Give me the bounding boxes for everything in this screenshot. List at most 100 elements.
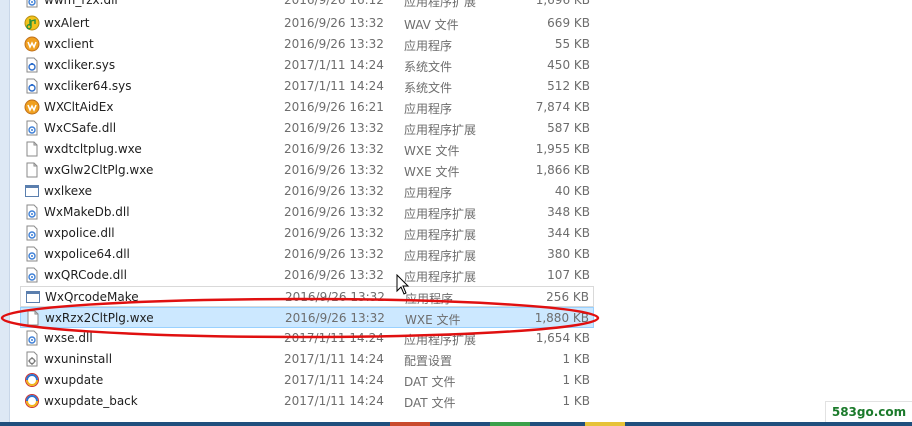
file-type: WXE 文件 [404,144,460,158]
file-date: 2017/1/11 14:24 [284,331,384,345]
file-size: 512 KB [547,79,590,93]
sys-icon [24,57,40,73]
file-type: WXE 文件 [404,165,460,179]
dat-icon [24,393,40,409]
file-name: WXCltAidEx [44,100,114,114]
file-row[interactable]: wxupdate 2017/1/11 14:24 DAT 文件 1 KB [20,370,594,391]
file-icon [24,141,40,157]
file-date: 2017/1/11 14:24 [284,394,384,408]
file-type: 应用程序扩展 [404,270,477,284]
file-name: wxQRCode.dll [44,268,127,282]
file-size: 1 KB [562,394,590,408]
config-icon [24,351,40,367]
file-type: DAT 文件 [404,396,456,410]
file-row[interactable]: wxcliker64.sys 2017/1/11 14:24 系统文件 512 KB [20,76,594,97]
file-name: wxupdate [44,373,104,387]
file-icon [24,162,40,178]
dll-icon [24,120,40,136]
file-row[interactable]: WXCltAidEx 2016/9/26 16:21 应用程序 7,874 KB [20,97,594,118]
file-size: 380 KB [547,247,590,261]
file-row[interactable]: WxCSafe.dll 2016/9/26 13:32 应用程序扩展 587 KB [20,118,594,139]
file-size: 1,696 KB [535,0,590,7]
file-name: wxse.dll [44,331,93,345]
file-row[interactable]: wxlkexe 2016/9/26 13:32 应用程序 40 KB [20,181,594,202]
file-row[interactable]: wxpolice64.dll 2016/9/26 13:32 应用程序扩展 380 K… [20,244,594,265]
file-size: 450 KB [547,58,590,72]
file-date: 2016/9/26 13:32 [284,247,384,261]
file-name: wxpolice.dll [44,226,115,240]
file-size: 7,874 KB [535,100,590,114]
file-name: WxQrcodeMake [45,290,139,304]
file-date: 2016/9/26 13:32 [285,290,385,304]
file-size: 1,880 KB [534,311,589,325]
file-type: 系统文件 [404,60,453,74]
file-date: 2016/9/26 13:32 [284,268,384,282]
dll-icon [24,330,40,346]
file-row[interactable]: wxupdate_back 2017/1/11 14:24 DAT 文件 1 KB [20,391,594,412]
file-row[interactable]: WxQrcodeMake 2016/9/26 13:32 应用程序 256 KB [20,286,594,307]
file-name: wxAlert [44,16,90,30]
file-size: 1 KB [562,352,590,366]
file-name: WxMakeDb.dll [44,205,130,219]
file-row[interactable]: wxpolice.dll 2016/9/26 13:32 应用程序扩展 344 KB [20,223,594,244]
wx-app-icon [24,36,40,52]
file-size: 587 KB [547,121,590,135]
file-date: 2016/9/26 13:32 [284,142,384,156]
file-row[interactable]: wxdtcltplug.wxe 2016/9/26 13:32 WXE 文件 1,95… [20,139,594,160]
file-name: wxlkexe [44,184,93,198]
file-type: 应用程序扩展 [404,333,477,347]
file-row[interactable]: wxAlert 2016/9/26 13:32 WAV 文件 669 KB [20,13,594,34]
file-date: 2016/9/26 16:21 [284,100,384,114]
file-size: 1,866 KB [535,163,590,177]
file-date: 2016/9/26 13:32 [284,226,384,240]
exe-icon [24,183,40,199]
dll-icon [24,225,40,241]
file-row[interactable]: wxQRCode.dll 2016/9/26 13:32 应用程序扩展 107 KB [20,265,594,286]
file-name: wxGlw2CltPlg.wxe [44,163,154,177]
file-row[interactable]: wxRzx2CltPlg.wxe 2016/9/26 13:32 WXE 文件 1,8… [20,307,594,328]
file-type: 应用程序扩展 [404,228,477,242]
file-type: 应用程序 [404,102,453,116]
file-name: wxdtcltplug.wxe [44,142,142,156]
file-size: 256 KB [546,290,589,304]
wx-app-icon [24,99,40,115]
file-row[interactable]: WxMakeDb.dll 2016/9/26 13:32 应用程序扩展 348 KB [20,202,594,223]
file-type: 系统文件 [404,81,453,95]
file-date: 2016/9/26 13:32 [284,205,384,219]
file-size: 1 KB [562,373,590,387]
dll-icon [24,246,40,262]
file-size: 55 KB [554,37,590,51]
file-name: wxcliker.sys [44,58,116,72]
file-type: 应用程序扩展 [404,207,477,221]
file-size: 344 KB [547,226,590,240]
file-row[interactable]: wxuninstall 2017/1/11 14:24 配置设置 1 KB [20,349,594,370]
file-row[interactable]: wxcliker.sys 2017/1/11 14:24 系统文件 450 KB [20,55,594,76]
file-name: wxupdate_back [44,394,138,408]
file-name: wwm_rzx.dll [44,0,118,7]
file-icon [25,310,41,326]
file-type: 应用程序扩展 [404,0,477,9]
file-row[interactable]: wxse.dll 2017/1/11 14:24 应用程序扩展 1,654 KB [20,328,594,349]
file-type: WXE 文件 [405,313,461,327]
file-size: 348 KB [547,205,590,219]
file-name: WxCSafe.dll [44,121,117,135]
file-name: wxclient [44,37,94,51]
dll-icon [24,0,40,8]
file-row[interactable]: wxclient 2016/9/26 13:32 应用程序 55 KB [20,34,594,55]
file-date: 2016/9/26 13:32 [284,121,384,135]
file-row[interactable]: wwm_rzx.dll 2016/9/26 16:12 应用程序扩展 1,696 KB [20,0,594,11]
file-row[interactable]: wxGlw2CltPlg.wxe 2016/9/26 13:32 WXE 文件 1,8… [20,160,594,181]
file-type: 配置设置 [404,354,453,368]
file-date: 2016/9/26 13:32 [284,37,384,51]
file-size: 1,654 KB [535,331,590,345]
file-name: wxRzx2CltPlg.wxe [45,311,154,325]
file-name: wxcliker64.sys [44,79,132,93]
sys-icon [24,78,40,94]
file-type: 应用程序 [404,186,453,200]
file-size: 1,955 KB [535,142,590,156]
dat-icon [24,372,40,388]
file-date: 2016/9/26 16:12 [284,0,384,7]
file-date: 2017/1/11 14:24 [284,373,384,387]
file-type: 应用程序扩展 [404,123,477,137]
exe-icon [25,289,41,305]
